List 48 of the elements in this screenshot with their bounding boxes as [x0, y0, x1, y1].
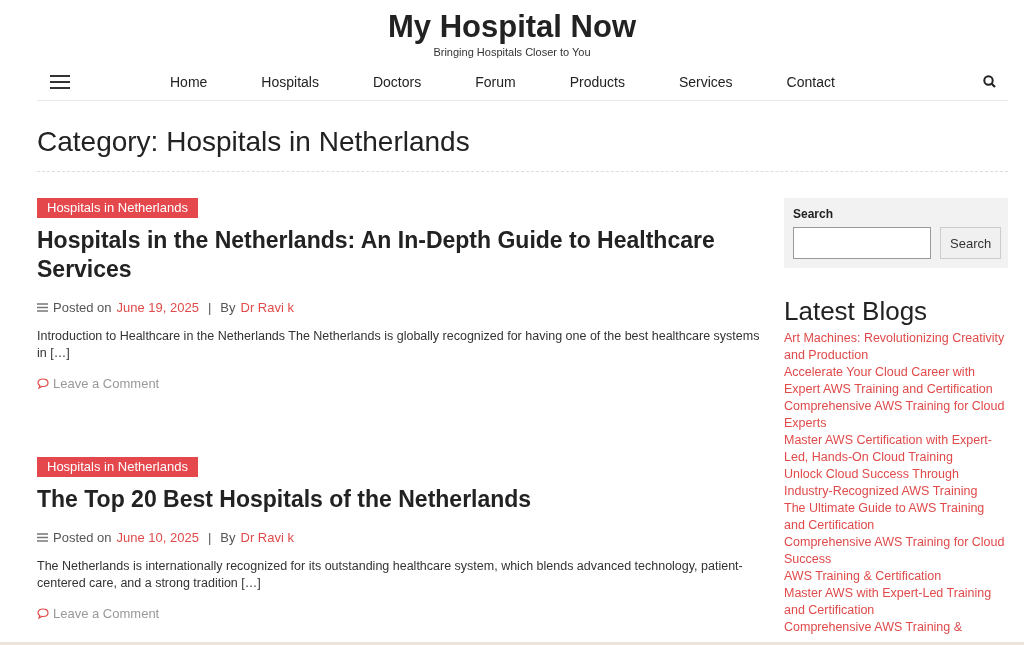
blog-link[interactable]: Art Machines: Revolutionizing Creativity and Production	[784, 330, 1008, 364]
author-link[interactable]: Dr Ravi k	[240, 300, 294, 315]
post-title[interactable]: The Top 20 Best Hospitals of the Netherlands	[37, 485, 762, 514]
speech-bubble-icon	[37, 608, 49, 619]
post-title[interactable]: Hospitals in the Netherlands: An In-Depth Guide to Healthcare Services	[37, 226, 762, 284]
blog-link[interactable]: Master AWS Certification with Expert-Led, Hands-On Cloud Training	[784, 432, 1008, 466]
post-date[interactable]: June 10, 2025	[116, 530, 199, 545]
nav-link[interactable]: Forum	[475, 73, 516, 90]
blog-link[interactable]: Comprehensive AWS Training &	[784, 619, 1008, 636]
nav-link[interactable]: Hospitals	[261, 73, 319, 90]
lines-icon	[37, 303, 48, 312]
nav-link[interactable]: Products	[569, 73, 625, 90]
comment-link[interactable]: Leave a Comment	[53, 376, 160, 391]
search-label: Search	[793, 207, 835, 221]
by-label: By	[220, 530, 236, 545]
post-excerpt: Introduction to Healthcare in the Netherlands The Netherlands is globally recognized for having one of the best healthcare systems in […]	[37, 328, 761, 362]
blog-link[interactable]: Accelerate Your Cloud Career with Expert AWS Training and Certification	[784, 364, 1008, 398]
posted-label: Posted on	[53, 530, 112, 545]
blog-link[interactable]: AWS Training & Certification	[784, 568, 1008, 585]
blog-link[interactable]: The Ultimate Guide to AWS Training and Certification	[784, 500, 1008, 534]
site-title[interactable]: My Hospital Now	[388, 9, 636, 45]
nav-link[interactable]: Contact	[786, 73, 835, 90]
site-tagline: Bringing Hospitals Closer to You	[432, 45, 592, 59]
search-icon[interactable]	[983, 75, 996, 88]
blog-link[interactable]: Unlock Cloud Success Through Industry-Recognized AWS Training	[784, 466, 1008, 500]
category-tag[interactable]: Hospitals in Netherlands	[37, 198, 198, 218]
category-tag[interactable]: Hospitals in Netherlands	[37, 457, 198, 477]
blog-link[interactable]: Comprehensive AWS Training for Cloud Experts	[784, 398, 1008, 432]
nav-link[interactable]: Services	[678, 73, 733, 90]
blog-link[interactable]: Master AWS with Expert-Led Training and Certification	[784, 585, 1008, 619]
meta-separator: |	[207, 530, 212, 545]
post-excerpt: The Netherlands is internationally recognized for its outstanding healthcare system, which blends advanced technology, patient-centered care, and a strong tradition […]	[37, 558, 744, 592]
speech-bubble-icon	[37, 378, 49, 389]
comment-link[interactable]: Leave a Comment	[53, 606, 160, 621]
search-button[interactable]: Search	[940, 227, 1002, 259]
menu-icon[interactable]	[50, 74, 70, 89]
page-heading: Category: Hospitals in Netherlands	[37, 125, 1008, 172]
nav-link[interactable]: Doctors	[372, 73, 422, 90]
by-label: By	[220, 300, 236, 315]
blog-link[interactable]: Comprehensive AWS Training for Cloud Success	[784, 534, 1008, 568]
search-field[interactable]	[793, 227, 931, 259]
author-link[interactable]: Dr Ravi k	[240, 530, 294, 545]
widget-title: Latest Blogs	[784, 296, 929, 326]
nav-link[interactable]: Home	[170, 73, 208, 90]
posted-label: Posted on	[53, 300, 112, 315]
lines-icon	[37, 533, 48, 542]
meta-separator: |	[207, 300, 212, 315]
post-date[interactable]: June 19, 2025	[116, 300, 199, 315]
